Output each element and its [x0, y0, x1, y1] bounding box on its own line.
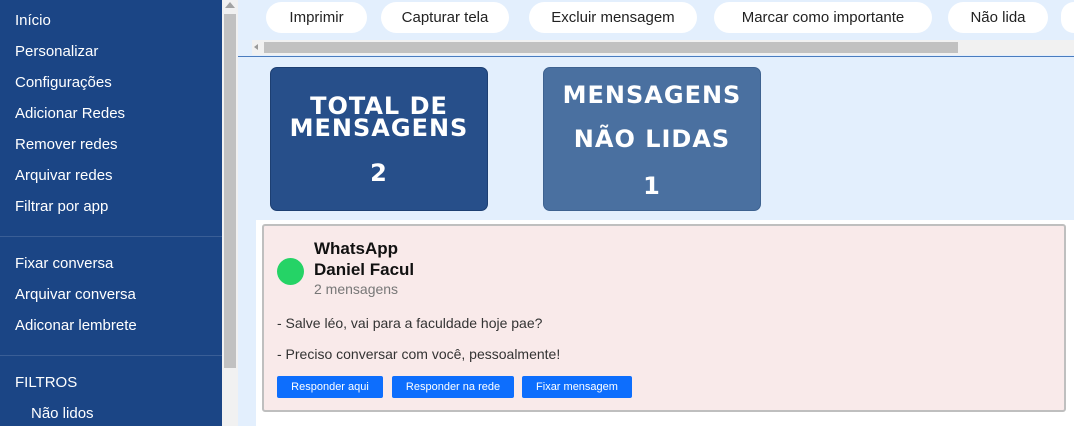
toolbar: Imprimir Capturar tela Excluir mensagem … — [238, 0, 1074, 57]
whatsapp-status-icon — [277, 258, 304, 285]
sidebar-item-personalizar[interactable]: Personalizar — [15, 43, 98, 61]
scroll-left-arrow-icon[interactable] — [254, 44, 258, 50]
sidebar-scrollbar-thumb[interactable] — [224, 14, 236, 368]
unread-messages-count: 1 — [643, 172, 661, 200]
print-button[interactable]: Imprimir — [266, 2, 367, 33]
reply-on-network-button[interactable]: Responder na rede — [392, 376, 514, 398]
unread-messages-title-line1: MENSAGENS — [562, 81, 742, 109]
sidebar-item-remover-redes[interactable]: Remover redes — [15, 136, 118, 154]
unread-messages-title-line2: NÃO LIDAS — [573, 125, 731, 153]
unread-messages-card: MENSAGENS NÃO LIDAS 1 — [543, 67, 761, 211]
delete-message-button[interactable]: Excluir mensagem — [529, 2, 697, 33]
sidebar-divider — [0, 355, 222, 356]
message-line: - Salve léo, vai para a faculdade hoje p… — [277, 315, 543, 331]
sidebar-item-arquivar-redes[interactable]: Arquivar redes — [15, 167, 113, 185]
main-content: Imprimir Capturar tela Excluir mensagem … — [238, 0, 1074, 426]
message-card: WhatsApp Daniel Facul 2 mensagens - Salv… — [262, 224, 1066, 412]
toolbar-horizontal-scrollbar[interactable] — [252, 40, 1074, 55]
sidebar-item-configuracoes[interactable]: Configurações — [15, 74, 112, 92]
message-count: 2 mensagens — [314, 281, 399, 297]
sidebar-item-filtrar-por-app[interactable]: Filtrar por app — [15, 198, 108, 216]
sidebar-item-adicionar-redes[interactable]: Adicionar Redes — [15, 105, 125, 123]
reply-here-button[interactable]: Responder aqui — [277, 376, 383, 398]
sidebar-divider — [0, 236, 222, 237]
sidebar-item-inicio[interactable]: Início — [15, 12, 51, 30]
sidebar-item-fixar-conversa[interactable]: Fixar conversa — [15, 255, 113, 273]
filters-heading: FILTROS — [15, 374, 78, 391]
total-messages-title-line2: MENSAGENS — [289, 114, 469, 142]
message-app-name: WhatsApp — [314, 239, 399, 258]
message-contact-name: Daniel Facul — [314, 260, 415, 279]
toolbar-scrollbar-thumb[interactable] — [264, 42, 958, 53]
mark-important-button[interactable]: Marcar como importante — [714, 2, 932, 33]
total-messages-card: TOTAL DE MENSAGENS 2 — [270, 67, 488, 211]
toolbar-overflow-button[interactable] — [1061, 2, 1074, 33]
toolbar-divider — [238, 56, 1074, 57]
mark-unread-button[interactable]: Não lida — [948, 2, 1048, 33]
message-line: - Preciso conversar com você, pessoalmen… — [277, 346, 561, 362]
pin-message-button[interactable]: Fixar mensagem — [522, 376, 632, 398]
total-messages-count: 2 — [370, 159, 388, 187]
capture-screen-button[interactable]: Capturar tela — [381, 2, 509, 33]
sidebar: Início Personalizar Configurações Adicio… — [0, 0, 222, 426]
scroll-up-arrow-icon[interactable] — [225, 2, 235, 8]
sidebar-scrollbar[interactable] — [222, 0, 238, 426]
sidebar-item-arquivar-conversa[interactable]: Arquivar conversa — [15, 286, 136, 304]
filter-item-nao-lidos[interactable]: Não lidos — [31, 405, 94, 423]
sidebar-item-adicionar-lembrete[interactable]: Adiconar lembrete — [15, 317, 137, 335]
